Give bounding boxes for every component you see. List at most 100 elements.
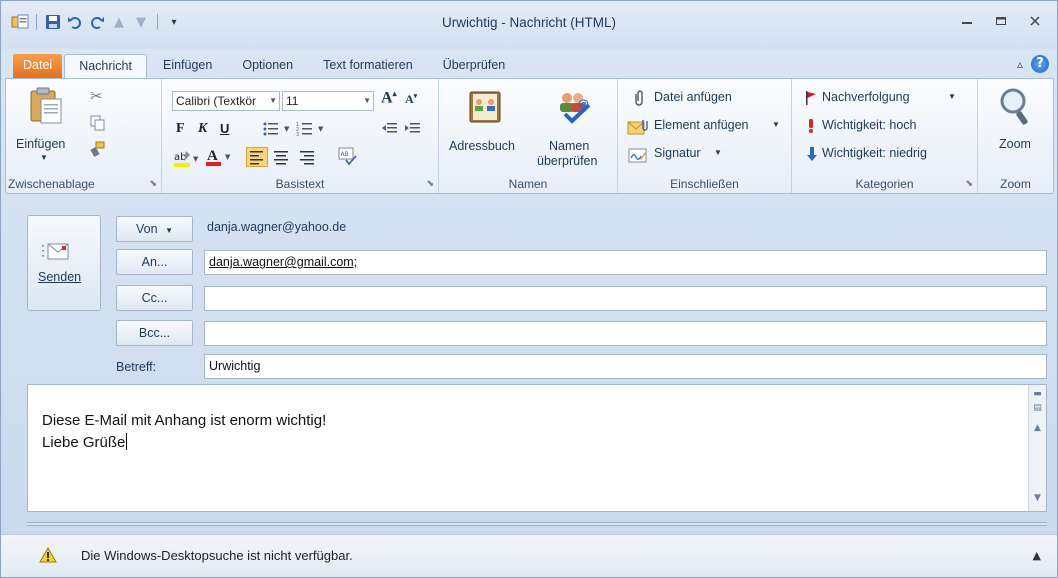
align-right-icon[interactable] <box>298 149 316 170</box>
tab-message[interactable]: Nachricht <box>64 54 147 78</box>
bullets-icon[interactable]: ▼ <box>262 121 298 140</box>
chevron-down-icon: ▼ <box>714 148 722 157</box>
tab-file[interactable]: Datei <box>13 54 63 78</box>
warning-icon <box>39 547 57 563</box>
tab-insert[interactable]: Einfügen <box>149 54 226 78</box>
attach-item-label: Element anfügen <box>654 118 749 132</box>
low-importance-button[interactable]: Wichtigkeit: niedrig <box>802 145 976 165</box>
subject-field[interactable]: Urwichtig <box>204 354 1047 379</box>
help-icon[interactable]: ? <box>1031 55 1049 73</box>
expand-people-pane-icon[interactable]: ▲ <box>1033 549 1041 562</box>
bold-button[interactable]: F <box>176 121 185 137</box>
attach-file-button[interactable]: Datei anfügen <box>626 89 786 109</box>
decrease-indent-icon[interactable] <box>381 121 397 140</box>
ruler-icon[interactable]: ▤ <box>1031 401 1044 415</box>
highlight-icon[interactable]: ab ▼ <box>174 149 202 172</box>
window-controls <box>953 11 1049 31</box>
ribbon-help-area: ▵ ? <box>1017 55 1049 73</box>
minimize-ribbon-icon[interactable]: ▵ <box>1017 57 1023 71</box>
clipboard-launcher-icon[interactable]: ⬊ <box>149 179 157 189</box>
high-importance-button[interactable]: Wichtigkeit: hoch <box>802 117 972 137</box>
underline-button[interactable]: U <box>220 121 229 136</box>
svg-text:▼: ▼ <box>318 125 324 133</box>
from-button[interactable]: Von ▼ <box>116 216 193 242</box>
svg-text:3: 3 <box>296 132 299 137</box>
send-button[interactable]: Senden <box>27 215 101 311</box>
chevron-down-icon: ▼ <box>165 226 173 235</box>
cc-field[interactable] <box>204 286 1047 311</box>
paste-button[interactable]: Einfügen ▼ <box>16 85 70 171</box>
subject-label: Betreff: <box>116 360 157 374</box>
basic-text-group-label: Basistext <box>275 177 325 191</box>
include-group-label: Einschließen <box>670 177 739 191</box>
bcc-button[interactable]: Bcc... <box>116 320 193 346</box>
cut-icon[interactable]: ✂ <box>90 87 103 105</box>
font-color-icon[interactable]: A ▼ <box>206 147 236 170</box>
grow-font-button[interactable]: A▴ <box>381 89 397 107</box>
addressbook-button[interactable]: Adressbuch <box>443 83 525 163</box>
body-line-2-text: Liebe Grüße <box>42 434 126 451</box>
close-icon[interactable] <box>1021 11 1049 31</box>
format-painter-icon[interactable] <box>90 141 106 160</box>
tab-format-text[interactable]: Text formatieren <box>309 54 427 78</box>
restore-icon[interactable] <box>987 11 1015 31</box>
message-body[interactable]: Diese E-Mail mit Anhang ist enorm wichti… <box>27 384 1047 512</box>
followup-button[interactable]: Nachverfolgung ▼ <box>802 89 972 109</box>
numbering-icon[interactable]: 1 2 3 ▼ <box>296 121 332 140</box>
paste-dropdown-icon[interactable]: ▼ <box>40 153 48 162</box>
proofing-icon[interactable]: AB <box>338 147 358 170</box>
group-include: Datei anfügen Element anfügen ▼ Signatur… <box>618 79 792 193</box>
font-name-combo[interactable]: Calibri (Textkör ▼ <box>172 91 280 111</box>
check-names-label-line2: überprüfen <box>537 154 598 168</box>
text-cursor <box>126 433 128 450</box>
exclamation-icon <box>809 119 813 133</box>
basic-text-launcher-icon[interactable]: ⬊ <box>426 179 434 189</box>
italic-button[interactable]: K <box>198 121 207 137</box>
signature-button[interactable]: Signatur ▼ <box>626 145 746 165</box>
align-left-icon[interactable] <box>246 147 268 167</box>
copy-icon[interactable] <box>90 115 106 134</box>
status-text: Die Windows-Desktopsuche ist nicht verfü… <box>81 548 353 563</box>
attach-item-button[interactable]: Element anfügen ▼ <box>626 117 790 137</box>
increase-indent-icon[interactable] <box>404 121 420 140</box>
send-envelope-icon <box>42 243 69 260</box>
high-importance-label: Wichtigkeit: hoch <box>822 118 917 132</box>
addressbook-label: Adressbuch <box>449 139 516 153</box>
send-label: Senden <box>38 270 81 284</box>
tags-launcher-icon[interactable]: ⬊ <box>965 179 973 189</box>
align-center-icon[interactable] <box>272 149 290 170</box>
group-clipboard: Einfügen ▼ ✂ Zwischenablage ⬊ <box>6 79 162 193</box>
group-names: Adressbuch @ Namen überprüfen Namen <box>439 79 618 193</box>
down-arrow-icon <box>807 147 817 161</box>
tab-options[interactable]: Optionen <box>228 54 307 78</box>
people-pane-splitter[interactable] <box>27 522 1047 526</box>
low-importance-label: Wichtigkeit: niedrig <box>822 146 927 160</box>
ribbon-tabs: Datei Nachricht Einfügen Optionen Text f… <box>13 54 521 78</box>
attach-item-icon <box>627 120 648 135</box>
split-handle-icon[interactable]: ▬ <box>1031 387 1044 401</box>
scroll-down-icon[interactable]: ▼ <box>1031 491 1044 505</box>
bcc-field[interactable] <box>204 321 1047 346</box>
to-button[interactable]: An... <box>116 249 193 275</box>
tab-review[interactable]: Überprüfen <box>429 54 520 78</box>
font-size-value: 11 <box>286 94 299 108</box>
check-names-icon: @ <box>560 93 591 124</box>
zoom-label: Zoom <box>999 137 1031 151</box>
minimize-icon[interactable] <box>953 11 981 31</box>
shrink-font-button[interactable]: A▾ <box>405 92 417 107</box>
svg-text:AB: AB <box>341 151 349 158</box>
signature-label: Signatur <box>654 146 701 160</box>
check-names-button[interactable]: @ Namen überprüfen <box>533 83 615 173</box>
attach-file-label: Datei anfügen <box>654 90 732 104</box>
vertical-scrollbar[interactable]: ▬ ▤ ▲ ▼ <box>1028 385 1046 511</box>
scroll-up-icon[interactable]: ▲ <box>1031 421 1044 435</box>
addressbook-icon <box>469 91 501 123</box>
body-text[interactable]: Diese E-Mail mit Anhang ist enorm wichti… <box>42 410 326 454</box>
cc-button[interactable]: Cc... <box>116 285 193 311</box>
font-size-combo[interactable]: 11 ▼ <box>282 91 374 111</box>
zoom-button[interactable]: Zoom <box>988 85 1044 165</box>
to-recipient[interactable]: danja.wagner@gmail.com; <box>209 255 357 269</box>
to-field[interactable]: danja.wagner@gmail.com; <box>204 250 1047 275</box>
chevron-down-icon: ▼ <box>269 96 277 105</box>
paste-icon <box>30 87 62 124</box>
